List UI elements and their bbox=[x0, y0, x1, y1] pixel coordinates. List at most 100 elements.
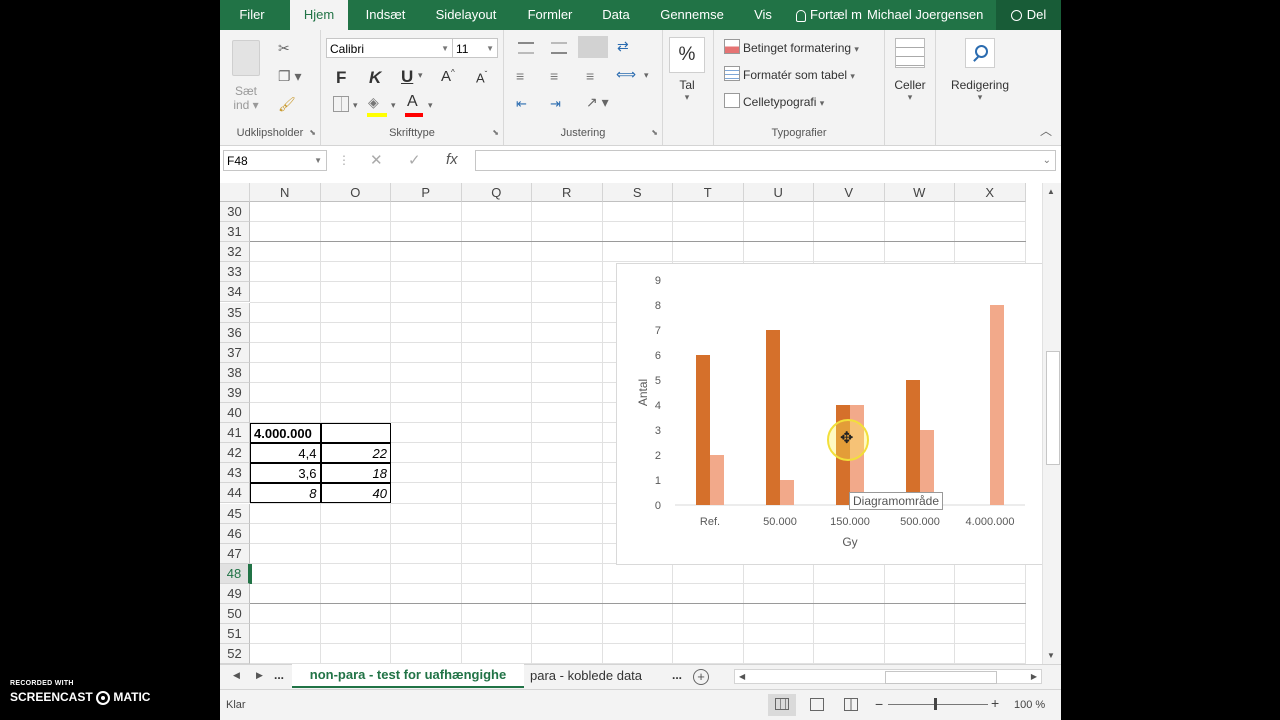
sheet-tab-para[interactable]: para - koblede data bbox=[530, 665, 642, 688]
chevron-down-icon[interactable]: ▾ bbox=[418, 70, 423, 81]
user-name[interactable]: Michael Joergensen bbox=[867, 0, 983, 30]
tab-formulas[interactable]: Formler bbox=[525, 0, 575, 30]
row-header[interactable]: 48 bbox=[220, 563, 250, 584]
page-layout-view-icon[interactable] bbox=[810, 698, 824, 711]
row-header[interactable]: 41 bbox=[220, 423, 250, 444]
page-break-view-icon[interactable] bbox=[844, 698, 858, 711]
scissors-icon[interactable]: ✂ bbox=[278, 40, 290, 57]
tab-insert[interactable]: Indsæt bbox=[363, 0, 408, 30]
zoom-out-icon[interactable]: − bbox=[875, 696, 883, 712]
tab-page-layout[interactable]: Sidelayout bbox=[433, 0, 499, 30]
column-header[interactable]: P bbox=[391, 183, 462, 202]
shrink-font-button[interactable]: Aˇ bbox=[476, 70, 487, 85]
font-color-button[interactable]: A bbox=[407, 93, 418, 111]
dialog-launcher-icon[interactable]: ⬊ bbox=[492, 128, 499, 137]
column-header[interactable]: U bbox=[743, 183, 814, 202]
decrease-indent-icon[interactable]: ⇤ bbox=[516, 96, 527, 112]
column-header[interactable]: V bbox=[814, 183, 885, 202]
grow-font-button[interactable]: A^ bbox=[441, 68, 455, 85]
sheets-more-left[interactable]: ... bbox=[274, 668, 284, 682]
table-cell[interactable]: 4.000.000 bbox=[250, 423, 321, 444]
zoom-slider[interactable] bbox=[888, 704, 988, 705]
row-header[interactable]: 39 bbox=[220, 382, 250, 403]
align-top-icon[interactable] bbox=[518, 42, 534, 54]
copy-icon[interactable]: ❐ ▾ bbox=[278, 68, 301, 85]
paste-button[interactable]: Sæt ind ▾ bbox=[228, 38, 264, 118]
scroll-up-icon[interactable]: ▲ bbox=[1047, 187, 1055, 196]
zoom-level[interactable]: 100 % bbox=[1014, 699, 1045, 711]
table-cell[interactable] bbox=[320, 423, 391, 444]
horizontal-scroll-thumb[interactable] bbox=[885, 671, 997, 684]
scroll-thumb[interactable] bbox=[1046, 351, 1060, 465]
add-sheet-icon[interactable]: + bbox=[693, 669, 709, 685]
chevron-down-icon[interactable]: ▾ bbox=[428, 100, 433, 111]
cancel-icon[interactable]: ✕ bbox=[370, 151, 383, 169]
row-header[interactable]: 44 bbox=[220, 483, 250, 504]
insert-function-button[interactable]: fx bbox=[446, 151, 458, 168]
prev-sheet-icon[interactable]: ◀ bbox=[233, 670, 240, 681]
row-header[interactable]: 52 bbox=[220, 644, 250, 665]
scroll-left-icon[interactable]: ◀ bbox=[739, 672, 745, 681]
align-middle-icon[interactable] bbox=[551, 42, 567, 54]
row-header[interactable]: 33 bbox=[220, 262, 250, 283]
cell-styles-button[interactable]: Celletypografi ▾ bbox=[724, 93, 824, 109]
chevron-down-icon[interactable]: ▾ bbox=[391, 100, 396, 111]
tab-home[interactable]: Hjem bbox=[290, 0, 348, 30]
share-button[interactable]: Del bbox=[996, 0, 1061, 30]
row-header[interactable]: 34 bbox=[220, 282, 250, 303]
row-header[interactable]: 37 bbox=[220, 342, 250, 363]
row-header[interactable]: 42 bbox=[220, 443, 250, 464]
column-header[interactable]: Q bbox=[461, 183, 532, 202]
row-header[interactable]: 35 bbox=[220, 302, 250, 323]
row-header[interactable]: 36 bbox=[220, 322, 250, 343]
font-size-select[interactable]: 11 ▼ bbox=[452, 38, 498, 58]
wrap-text-icon[interactable]: ⇄ bbox=[617, 38, 629, 55]
table-cell[interactable]: 3,6 bbox=[250, 463, 321, 484]
tell-me-box[interactable]: Fortæl m bbox=[796, 0, 862, 30]
column-header[interactable]: T bbox=[673, 183, 744, 202]
column-header[interactable]: R bbox=[532, 183, 603, 202]
column-header[interactable]: N bbox=[250, 183, 321, 202]
row-header[interactable]: 47 bbox=[220, 543, 250, 564]
bold-button[interactable]: F bbox=[336, 68, 346, 88]
number-format-button[interactable]: % Tal ▾ bbox=[667, 37, 707, 103]
borders-icon[interactable] bbox=[333, 96, 349, 112]
vertical-scrollbar[interactable]: ▲ ▼ bbox=[1042, 183, 1061, 664]
row-header[interactable]: 32 bbox=[220, 242, 250, 263]
name-box[interactable]: F48 ▼ bbox=[223, 150, 327, 171]
row-header[interactable]: 45 bbox=[220, 503, 250, 524]
format-as-table-button[interactable]: Formatér som tabel ▾ bbox=[724, 66, 855, 82]
align-bottom-icon[interactable] bbox=[578, 36, 608, 58]
italic-button[interactable]: K bbox=[369, 68, 381, 88]
row-header[interactable]: 40 bbox=[220, 403, 250, 423]
tab-view[interactable]: Vis bbox=[753, 0, 773, 30]
table-cell[interactable]: 4,4 bbox=[250, 443, 321, 464]
sheet-tab-active[interactable]: non-para - test for uafhængighe bbox=[292, 664, 524, 688]
tab-file[interactable]: Filer bbox=[234, 0, 270, 30]
chart-area[interactable]: 0 1 2 3 4 5 6 7 8 9 Ref. 50.000 150.000 500.000 4.000.… bbox=[616, 263, 1061, 565]
align-left-icon[interactable]: ≡ bbox=[516, 68, 524, 84]
fill-color-icon[interactable]: ◈ bbox=[368, 94, 379, 111]
zoom-in-icon[interactable]: + bbox=[991, 695, 999, 711]
row-header[interactable]: 50 bbox=[220, 604, 250, 624]
table-cell[interactable]: 40 bbox=[320, 483, 391, 504]
next-sheet-icon[interactable]: ▶ bbox=[256, 670, 263, 681]
row-header[interactable]: 51 bbox=[220, 624, 250, 645]
formula-input[interactable]: ⌄ bbox=[475, 150, 1056, 171]
dialog-launcher-icon[interactable]: ⬊ bbox=[309, 128, 316, 137]
row-header[interactable]: 38 bbox=[220, 362, 250, 383]
orientation-icon[interactable]: ↗ ▾ bbox=[586, 94, 609, 111]
tab-review[interactable]: Gennemse bbox=[660, 0, 724, 30]
merge-center-icon[interactable]: ⟺ bbox=[616, 66, 636, 83]
row-header[interactable]: 46 bbox=[220, 523, 250, 544]
table-cell[interactable]: 22 bbox=[320, 443, 391, 464]
select-all-button[interactable] bbox=[220, 183, 250, 202]
tab-data[interactable]: Data bbox=[601, 0, 631, 30]
scroll-down-icon[interactable]: ▼ bbox=[1047, 651, 1055, 660]
sheets-more-right[interactable]: ... bbox=[672, 668, 682, 682]
underline-button[interactable]: U bbox=[401, 67, 413, 87]
enter-icon[interactable]: ✓ bbox=[408, 151, 421, 169]
horizontal-scrollbar[interactable]: ◀ ▶ bbox=[734, 669, 1042, 684]
zoom-slider-thumb[interactable] bbox=[934, 698, 937, 710]
conditional-formatting-button[interactable]: Betinget formatering ▾ bbox=[724, 39, 859, 55]
